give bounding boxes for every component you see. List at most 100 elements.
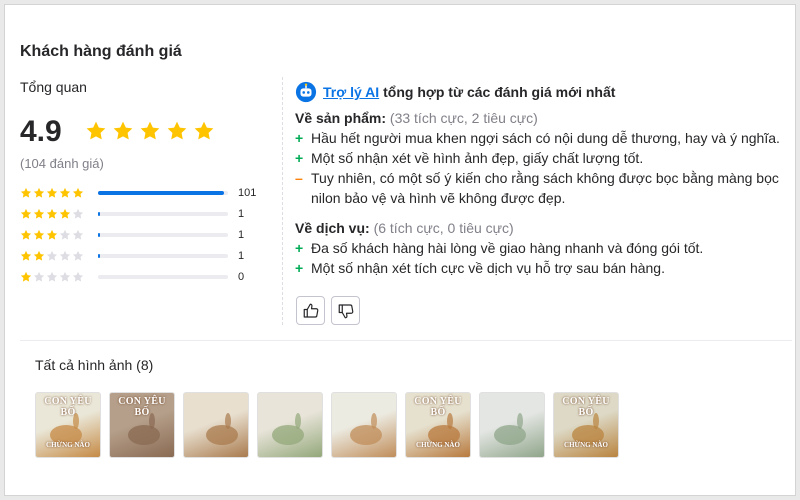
positive-sign-icon: + <box>295 260 304 276</box>
reviews-panel: Khách hàng đánh giá Tổng quan 4.9 (104 đ… <box>4 4 796 496</box>
rating-row-1-star: 0 <box>20 266 256 287</box>
rating-row-2-star: 1 <box>20 245 256 266</box>
service-summary-counts: (6 tích cực, 0 tiêu cực) <box>373 220 514 236</box>
rating-breakdown: 101 1 1 1 0 <box>20 182 256 287</box>
star-shape <box>167 121 187 140</box>
rating-bar-fill <box>98 253 100 258</box>
section-title: Khách hàng đánh giá <box>20 43 182 60</box>
ai-assistant-icon <box>295 81 317 103</box>
star-icon <box>46 271 58 282</box>
star-icon <box>166 120 188 142</box>
rating-row-count: 1 <box>238 228 245 241</box>
horizontal-divider <box>20 340 792 341</box>
cover-title: CON YÊU BỐ <box>118 396 166 418</box>
rabbit-illustration <box>350 413 382 445</box>
positive-sign-icon: + <box>295 240 304 256</box>
summary-item-text: Tuy nhiên, có một số ý kiến cho rằng sác… <box>311 170 779 206</box>
rating-bar <box>98 253 228 258</box>
star-icon <box>33 250 45 261</box>
gallery-photo[interactable] <box>257 392 323 458</box>
star-icon <box>46 250 58 261</box>
service-summary-list: + Đa số khách hàng hài lòng về giao hàng … <box>295 238 800 278</box>
summary-item-text: Hầu hết người mua khen ngợi sách có nội … <box>311 130 780 146</box>
rating-row-count: 101 <box>238 186 257 199</box>
row-stars <box>20 271 94 283</box>
rabbit-illustration <box>206 413 238 445</box>
row-stars <box>20 229 94 241</box>
star-icon <box>33 229 45 240</box>
rating-bar <box>98 190 228 195</box>
summary-item-text: Một số nhận xét tích cực về dịch vụ hỗ t… <box>311 260 665 276</box>
star-icon <box>20 250 32 261</box>
ai-summary-heading: tổng hợp từ các đánh giá mới nhất <box>383 84 616 100</box>
gallery-photo[interactable]: CON YÊU BỐ <box>109 392 175 458</box>
product-summary-title: Về sản phẩm: <box>295 110 387 126</box>
star-icon <box>33 271 45 282</box>
rating-row-count: 1 <box>238 207 245 220</box>
star-icon <box>59 229 71 240</box>
gallery-photo[interactable] <box>479 392 545 458</box>
star-icon <box>20 208 32 219</box>
row-stars <box>20 187 94 199</box>
review-count: (104 đánh giá) <box>20 156 104 171</box>
star-icon <box>112 120 134 142</box>
gallery-photo[interactable]: CON YÊU BỐ CHỪNG NÀO <box>35 392 101 458</box>
rating-row-5-star: 101 <box>20 182 256 203</box>
rabbit-illustration <box>494 413 526 445</box>
rating-bar-fill <box>98 190 225 195</box>
service-summary-title: Về dịch vụ: <box>295 220 370 236</box>
cover-title: CON YÊU BỐ <box>414 396 462 418</box>
gallery-photo[interactable]: CON YÊU BỐ CHỪNG NÀO <box>553 392 619 458</box>
star-icon <box>33 208 45 219</box>
rating-bar <box>98 274 228 279</box>
summary-item: + Một số nhận xét tích cực về dịch vụ hỗ … <box>295 258 800 278</box>
rabbit-illustration <box>272 413 304 445</box>
cover-title: CON YÊU BỐ <box>44 396 92 418</box>
rating-stars <box>85 120 215 142</box>
gallery-photo[interactable]: CON YÊU BỐ CHỪNG NÀO <box>405 392 471 458</box>
star-shape <box>113 121 133 140</box>
product-summary-list: + Hầu hết người mua khen ngợi sách có nội… <box>295 128 800 208</box>
star-shape <box>140 121 160 140</box>
dislike-summary-button[interactable] <box>331 296 360 325</box>
ai-summary-header: Trợ lý AI tổng hợp từ các đánh giá mới n… <box>295 81 615 103</box>
star-icon <box>85 120 107 142</box>
star-shape <box>86 121 106 140</box>
star-icon <box>59 271 71 282</box>
summary-item: + Hầu hết người mua khen ngợi sách có nội… <box>295 128 800 148</box>
like-summary-button[interactable] <box>296 296 325 325</box>
star-icon <box>72 250 84 261</box>
product-summary-counts: (33 tích cực, 2 tiêu cực) <box>389 110 538 126</box>
rating-bar <box>98 232 228 237</box>
star-icon <box>20 271 32 282</box>
thumbs-down-icon <box>338 303 353 318</box>
photo-gallery: CON YÊU BỐ CHỪNG NÀO CON YÊU BỐ CON YÊU BỐ C… <box>35 392 619 458</box>
ai-assistant-link[interactable]: Trợ lý AI <box>323 84 379 100</box>
rating-bar-fill <box>98 232 100 237</box>
summary-item: + Một số nhận xét về hình ảnh đẹp, giấy c… <box>295 148 800 168</box>
rating-row-count: 1 <box>238 249 245 262</box>
summary-item: + Đa số khách hàng hài lòng về giao hàng … <box>295 238 800 258</box>
rating-bar <box>98 211 228 216</box>
product-summary: Về sản phẩm: (33 tích cực, 2 tiêu cực) +… <box>295 108 800 208</box>
star-icon <box>59 208 71 219</box>
cover-subtitle: CHỪNG NÀO <box>46 441 90 449</box>
cover-subtitle: CHỪNG NÀO <box>416 441 460 449</box>
star-icon <box>20 229 32 240</box>
star-icon <box>72 229 84 240</box>
star-icon <box>59 250 71 261</box>
star-icon <box>72 208 84 219</box>
gallery-photo[interactable] <box>183 392 249 458</box>
summary-item-text: Một số nhận xét về hình ảnh đẹp, giấy ch… <box>311 150 644 166</box>
gallery-title: Tất cả hình ảnh (8) <box>35 357 154 373</box>
rating-row-4-star: 1 <box>20 203 256 224</box>
thumbs-up-icon <box>303 303 318 318</box>
star-icon <box>46 208 58 219</box>
star-icon <box>46 187 58 198</box>
summary-item-text: Đa số khách hàng hài lòng về giao hàng n… <box>311 240 704 256</box>
row-stars <box>20 250 94 262</box>
star-icon <box>193 120 215 142</box>
star-icon <box>33 187 45 198</box>
rating-row-3-star: 1 <box>20 224 256 245</box>
gallery-photo[interactable] <box>331 392 397 458</box>
